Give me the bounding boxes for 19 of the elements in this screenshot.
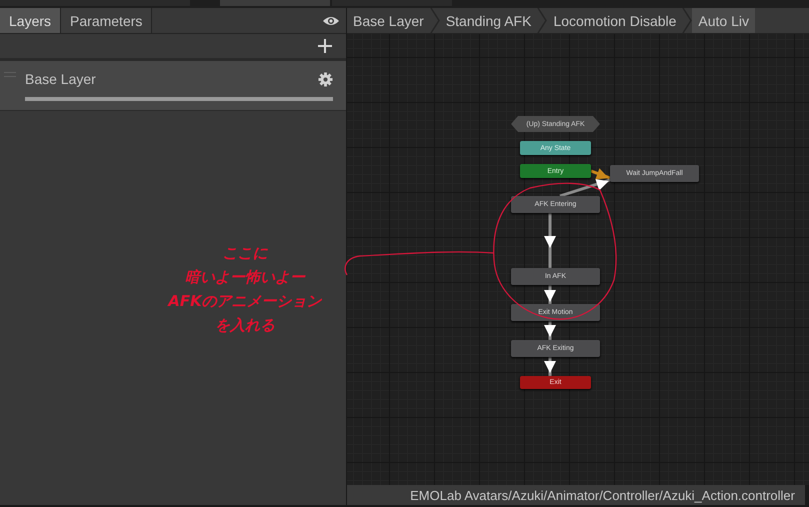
asset-path: EMOLab Avatars/Azuki/Animator/Controller/Azuki_Action.controller	[410, 488, 795, 502]
transition-arrow[interactable]	[544, 321, 556, 340]
annotation-text: を入れる	[215, 315, 275, 336]
annotation-text: 暗いよー怖いよー	[185, 267, 305, 288]
panel-tab[interactable]: Layers	[0, 8, 62, 33]
settings-icon[interactable]	[318, 72, 333, 86]
add-icon[interactable]	[318, 39, 332, 53]
annotation-text: AFKのアニメーション	[168, 291, 322, 312]
layer-item[interactable]: Base Layer	[0, 61, 346, 111]
panel-tab[interactable]: Parameters	[61, 8, 152, 33]
eye-icon[interactable]	[322, 14, 340, 26]
annotation-text: ここに	[222, 243, 268, 264]
transition-arrow[interactable]	[544, 357, 556, 376]
layer-name: Base Layer	[25, 71, 96, 87]
transition-arrow[interactable]	[560, 178, 610, 198]
transition-arrow[interactable]	[544, 285, 556, 304]
transition-arrow[interactable]	[590, 168, 611, 180]
breadcrumb[interactable]: Auto Liv	[692, 8, 756, 33]
transition-arrow[interactable]	[544, 213, 556, 268]
